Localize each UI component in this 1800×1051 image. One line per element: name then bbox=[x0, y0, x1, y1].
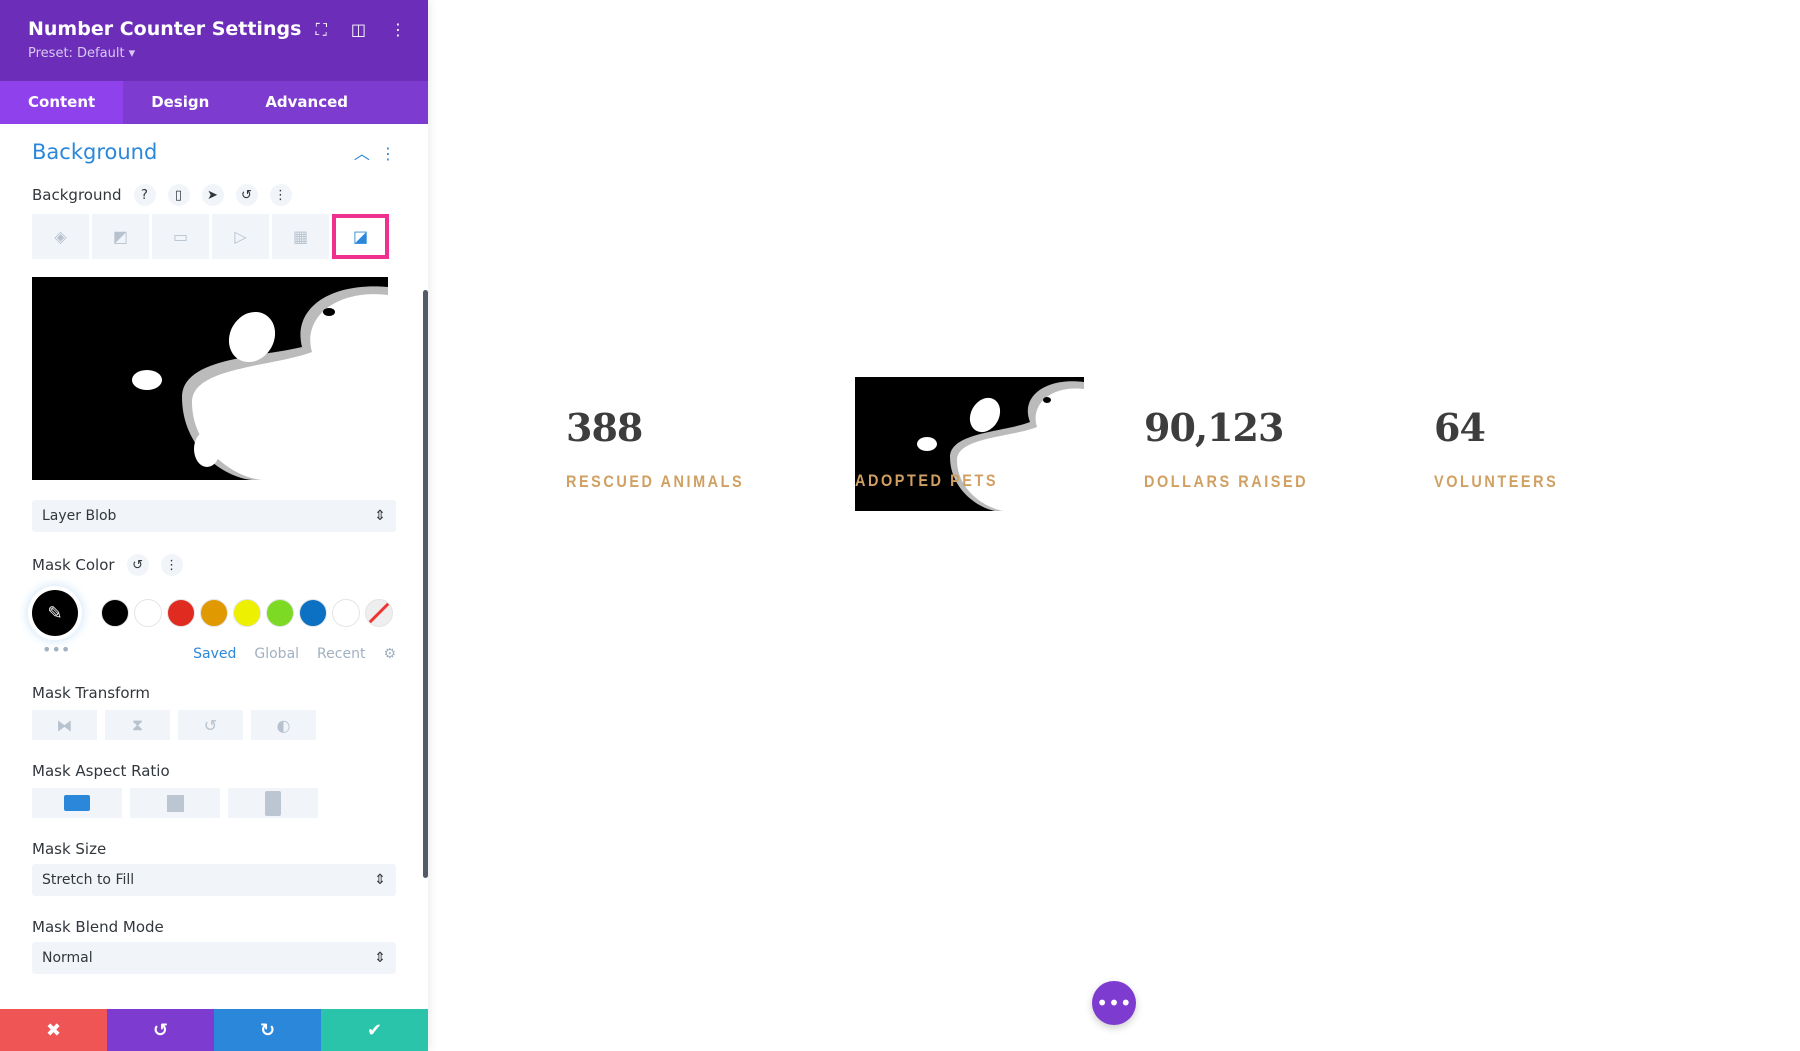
tab-bar: Content Design Advanced bbox=[0, 81, 428, 124]
mask-size-label: Mask Size bbox=[32, 840, 107, 858]
video-tab-icon[interactable]: ▷ bbox=[212, 214, 269, 259]
counter-number bbox=[855, 405, 1023, 449]
redo-icon: ↻ bbox=[259, 1019, 276, 1041]
chevron-up-icon[interactable]: ︿ bbox=[354, 144, 370, 163]
gradient-tab-icon[interactable]: ◩ bbox=[92, 214, 149, 259]
mask-blend-label: Mask Blend Mode bbox=[32, 918, 164, 936]
color-tab-icon[interactable]: ◈ bbox=[32, 214, 89, 259]
more-icon[interactable]: ⋮ bbox=[380, 144, 396, 163]
swatch-white-2[interactable] bbox=[332, 599, 360, 627]
aspect-square-button[interactable] bbox=[130, 788, 220, 818]
flip-horizontal-icon[interactable]: ⧓ bbox=[32, 710, 97, 740]
mask-preview bbox=[32, 277, 388, 480]
check-icon: ✔ bbox=[366, 1019, 383, 1041]
section-title: Background bbox=[32, 140, 158, 164]
more-icon[interactable]: ⋮ bbox=[269, 184, 292, 206]
swatch-blue[interactable] bbox=[299, 599, 327, 627]
swatch-black[interactable] bbox=[101, 599, 129, 627]
select-arrows-icon: ⇕ bbox=[374, 508, 386, 524]
panel-header: Number Counter Settings Preset: Default … bbox=[0, 0, 428, 81]
mask-size-select[interactable]: Stretch to Fill ⇕ bbox=[32, 864, 396, 896]
help-icon[interactable]: ? bbox=[133, 184, 156, 206]
tab-content[interactable]: Content bbox=[0, 81, 124, 124]
tab-design[interactable]: Design bbox=[123, 81, 237, 124]
scrollbar[interactable] bbox=[423, 290, 428, 878]
rotate-icon[interactable]: ↺ bbox=[178, 710, 243, 740]
mask-blend-value: Normal bbox=[42, 950, 93, 966]
aspect-landscape-button[interactable] bbox=[32, 788, 122, 818]
select-arrows-icon: ⇕ bbox=[374, 872, 386, 888]
counter-dollars: 90,123 DOLLARS RAISED bbox=[1144, 405, 1337, 492]
swatch-orange[interactable] bbox=[200, 599, 228, 627]
counter-number: 90,123 bbox=[1144, 405, 1284, 450]
settings-panel: Number Counter Settings Preset: Default … bbox=[0, 0, 428, 1051]
layout-icon[interactable]: ◫ bbox=[351, 20, 366, 40]
swatch-red[interactable] bbox=[167, 599, 195, 627]
aspect-portrait-button[interactable] bbox=[228, 788, 318, 818]
palette-tab-global[interactable]: Global bbox=[254, 646, 299, 662]
counter-title: VOLUNTEERS bbox=[1434, 472, 1559, 491]
mask-tab-icon[interactable]: ◪ bbox=[332, 214, 389, 259]
palette-tab-recent[interactable]: Recent bbox=[317, 646, 365, 662]
mask-blend-select[interactable]: Normal ⇕ bbox=[32, 942, 396, 974]
image-tab-icon[interactable]: ▭ bbox=[152, 214, 209, 259]
color-palette: ✎ bbox=[32, 590, 396, 636]
tab-advanced[interactable]: Advanced bbox=[237, 81, 376, 124]
cursor-icon[interactable]: ➤ bbox=[201, 184, 224, 206]
mask-size-value: Stretch to Fill bbox=[42, 872, 135, 888]
more-icon[interactable]: ⋮ bbox=[160, 554, 183, 576]
undo-icon: ↺ bbox=[152, 1019, 169, 1041]
mask-style-value: Layer Blob bbox=[42, 508, 117, 524]
expand-icon[interactable]: ⛶ bbox=[316, 20, 327, 40]
redo-button[interactable]: ↻ bbox=[214, 1009, 321, 1051]
mask-color-label: Mask Color bbox=[32, 556, 115, 574]
gear-icon[interactable]: ⚙ bbox=[383, 646, 396, 662]
pattern-tab-icon[interactable]: ▦ bbox=[272, 214, 329, 259]
mask-aspect-label: Mask Aspect Ratio bbox=[32, 762, 170, 780]
reset-icon[interactable]: ↺ bbox=[235, 184, 258, 206]
counter-number: 388 bbox=[566, 405, 643, 450]
preset-dropdown[interactable]: Preset: Default ▾ bbox=[28, 46, 400, 61]
page-options-button[interactable]: ••• bbox=[1092, 981, 1136, 1025]
discard-button[interactable]: ✖ bbox=[0, 1009, 107, 1051]
mask-style-select[interactable]: Layer Blob ⇕ bbox=[32, 500, 396, 532]
counter-adopted: ADOPTED PETS bbox=[855, 405, 1023, 491]
section-header[interactable]: Background ︿ ⋮ bbox=[32, 124, 396, 180]
swatch-yellow[interactable] bbox=[233, 599, 261, 627]
palette-tab-saved[interactable]: Saved bbox=[193, 646, 236, 662]
counter-volunteers: 64 VOLUNTEERS bbox=[1434, 405, 1580, 492]
invert-icon[interactable]: ◐ bbox=[251, 710, 316, 740]
mask-transform-label: Mask Transform bbox=[32, 684, 151, 702]
flip-vertical-icon[interactable]: ⧗ bbox=[105, 710, 170, 740]
reset-icon[interactable]: ↺ bbox=[126, 554, 149, 576]
background-label: Background bbox=[32, 186, 122, 204]
save-button[interactable]: ✔ bbox=[321, 1009, 428, 1051]
swatch-none[interactable] bbox=[365, 599, 393, 627]
counter-rescued: 388 RESCUED ANIMALS bbox=[566, 405, 776, 492]
counter-title: DOLLARS RAISED bbox=[1144, 472, 1309, 491]
close-icon: ✖ bbox=[45, 1019, 62, 1041]
more-horizontal-icon: ••• bbox=[1096, 991, 1132, 1015]
select-arrows-icon: ⇕ bbox=[374, 950, 386, 966]
counter-title: RESCUED ANIMALS bbox=[566, 472, 745, 491]
undo-button[interactable]: ↺ bbox=[107, 1009, 214, 1051]
swatch-white[interactable] bbox=[134, 599, 162, 627]
mobile-icon[interactable]: ▯ bbox=[167, 184, 190, 206]
more-dots-icon[interactable]: ••• bbox=[42, 640, 70, 659]
counter-number: 64 bbox=[1434, 405, 1486, 450]
swatch-green[interactable] bbox=[266, 599, 294, 627]
more-icon[interactable]: ⋮ bbox=[390, 20, 406, 40]
counter-title: ADOPTED PETS bbox=[855, 471, 999, 490]
eyedropper-icon[interactable]: ✎ bbox=[32, 590, 78, 636]
